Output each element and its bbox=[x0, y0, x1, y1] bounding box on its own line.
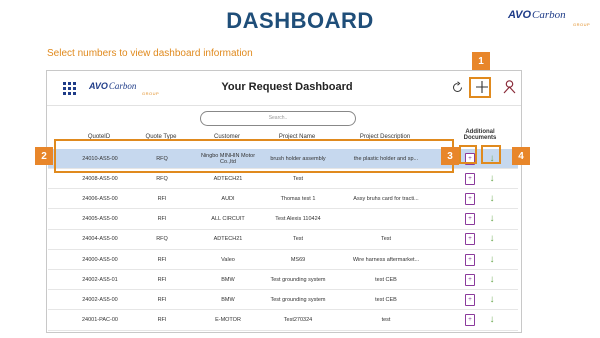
cell-quote-id: 24004-AS5-00 bbox=[82, 236, 118, 243]
cell-project-name: Test Alexis 110424 bbox=[275, 216, 321, 223]
cell-project-description: test bbox=[381, 317, 391, 324]
table-row[interactable]: 24000-AS5-00 RFI Valeo MS69 Wire harness aft… bbox=[48, 250, 518, 270]
cell-quote-type: RFI bbox=[157, 216, 167, 223]
document-icon[interactable]: + bbox=[463, 311, 477, 330]
download-icon[interactable]: ↓ bbox=[485, 290, 499, 309]
document-icon[interactable]: + bbox=[463, 189, 477, 208]
download-icon[interactable]: ↓ bbox=[485, 270, 499, 289]
download-icon[interactable]: ↓ bbox=[485, 169, 499, 188]
cell-customer: AUDI bbox=[221, 195, 235, 202]
logo-word: Carbon bbox=[532, 9, 566, 21]
cell-quote-type: RFQ bbox=[156, 236, 168, 243]
cell-quote-type: RFI bbox=[157, 276, 167, 283]
cell-quote-id: 24002-AS5-00 bbox=[82, 296, 118, 303]
callout-badge-4[interactable]: 4 bbox=[512, 147, 530, 165]
cell-quote-type: RFI bbox=[157, 296, 167, 303]
app-logo-subtitle: GROUP bbox=[142, 91, 160, 96]
cell-customer: E-MOTOR bbox=[215, 317, 241, 324]
callout-add-button-highlight bbox=[469, 77, 491, 98]
app-title: Your Request Dashboard bbox=[221, 81, 353, 93]
cell-quote-id: 24001-PAC-00 bbox=[82, 317, 118, 324]
app-logo: AVO Carbon bbox=[89, 81, 136, 91]
cell-quote-id: 24002-AS5-01 bbox=[82, 276, 118, 283]
col-additional-documents: Additional Documents bbox=[463, 129, 497, 141]
callout-document-highlight bbox=[459, 145, 477, 164]
cell-customer: BMW bbox=[221, 276, 235, 283]
document-add-icon: + bbox=[465, 192, 475, 205]
document-add-icon: + bbox=[465, 314, 475, 327]
cell-project-description bbox=[344, 210, 428, 229]
cell-project-description: Assy bruhs card for tracti... bbox=[353, 195, 419, 202]
cell-customer: ALL CIRCUIT bbox=[211, 216, 245, 223]
cell-quote-id: 24005-AS5-00 bbox=[82, 216, 118, 223]
callout-badge-1[interactable]: 1 bbox=[472, 52, 490, 70]
app-logo-word: Carbon bbox=[108, 81, 137, 91]
callout-badge-3[interactable]: 3 bbox=[441, 147, 459, 165]
cell-project-name: MS69 bbox=[290, 256, 306, 263]
document-icon[interactable]: + bbox=[463, 250, 477, 269]
cell-project-description: Wire harness aftermarket... bbox=[352, 256, 420, 263]
cell-quote-type: RFI bbox=[157, 195, 167, 202]
cell-quote-type: RFI bbox=[157, 317, 167, 324]
download-icon[interactable]: ↓ bbox=[485, 210, 499, 229]
logo-mark: AVO bbox=[508, 9, 532, 21]
cell-quote-type: RFI bbox=[157, 256, 167, 263]
callout-download-highlight bbox=[481, 145, 501, 164]
table-row[interactable]: 24002-AS5-01 RFI BMW Test grounding system t… bbox=[48, 270, 518, 291]
document-icon[interactable]: + bbox=[463, 230, 477, 249]
download-icon[interactable]: ↓ bbox=[485, 311, 499, 330]
logo-subtitle: GROUP bbox=[573, 22, 591, 27]
document-add-icon: + bbox=[465, 293, 475, 306]
app-logo-mark: AVO bbox=[89, 81, 108, 91]
search-input[interactable]: Search.. bbox=[200, 111, 356, 126]
callout-badge-2[interactable]: 2 bbox=[35, 147, 53, 165]
cell-customer: ADTECH21 bbox=[213, 236, 243, 243]
document-add-icon: + bbox=[465, 233, 475, 246]
user-icon[interactable] bbox=[503, 79, 516, 96]
cell-customer: BMW bbox=[221, 296, 235, 303]
cell-project-name: Test grounding system bbox=[270, 276, 326, 283]
download-icon[interactable]: ↓ bbox=[485, 189, 499, 208]
document-icon[interactable]: + bbox=[463, 169, 477, 188]
grid-icon[interactable] bbox=[63, 82, 76, 95]
table-row[interactable]: 24004-AS5-00 RFQ ADTECH21 Test Test + ↓ bbox=[48, 230, 518, 250]
cell-project-name: Test270324 bbox=[283, 317, 313, 324]
cell-customer: Valeo bbox=[221, 256, 235, 263]
document-add-icon: + bbox=[465, 253, 475, 266]
download-icon[interactable]: ↓ bbox=[485, 250, 499, 269]
document-icon[interactable]: + bbox=[463, 210, 477, 229]
document-icon[interactable]: + bbox=[463, 270, 477, 289]
cell-quote-id: 24006-AS5-00 bbox=[82, 195, 118, 202]
document-add-icon: + bbox=[465, 213, 475, 226]
table-row[interactable]: 24002-AS5-00 RFI BMW Test grounding system t… bbox=[48, 290, 518, 311]
refresh-icon[interactable] bbox=[451, 81, 464, 96]
brand-logo: AVO Carbon bbox=[508, 9, 566, 21]
cell-project-name: Test grounding system bbox=[270, 296, 326, 303]
app-header: AVO Carbon GROUP Your Request Dashboard bbox=[47, 71, 521, 106]
instruction-text: Select numbers to view dashboard informa… bbox=[47, 48, 253, 59]
document-icon[interactable]: + bbox=[463, 290, 477, 309]
app-window: AVO Carbon GROUP Your Request Dashboard … bbox=[46, 70, 522, 333]
table-row[interactable]: 24005-AS5-00 RFI ALL CIRCUIT Test Alexis 11… bbox=[48, 210, 518, 230]
cell-project-name: Thomas test 1 bbox=[280, 195, 316, 202]
table-row[interactable]: 24001-PAC-00 RFI E-MOTOR Test270324 test + ↓ bbox=[48, 311, 518, 331]
callout-row-highlight bbox=[54, 139, 454, 173]
document-add-icon: + bbox=[465, 273, 475, 286]
table-row[interactable]: 24006-AS5-00 RFI AUDI Thomas test 1 Assy bru… bbox=[48, 189, 518, 210]
document-add-icon: + bbox=[465, 172, 475, 185]
cell-project-name: Test bbox=[292, 236, 304, 243]
cell-quote-id: 24000-AS5-00 bbox=[82, 256, 118, 263]
cell-project-description: Test bbox=[380, 236, 392, 243]
cell-project-description: test CEB bbox=[375, 296, 397, 303]
cell-project-description: test CEB bbox=[375, 276, 397, 283]
download-icon[interactable]: ↓ bbox=[485, 230, 499, 249]
